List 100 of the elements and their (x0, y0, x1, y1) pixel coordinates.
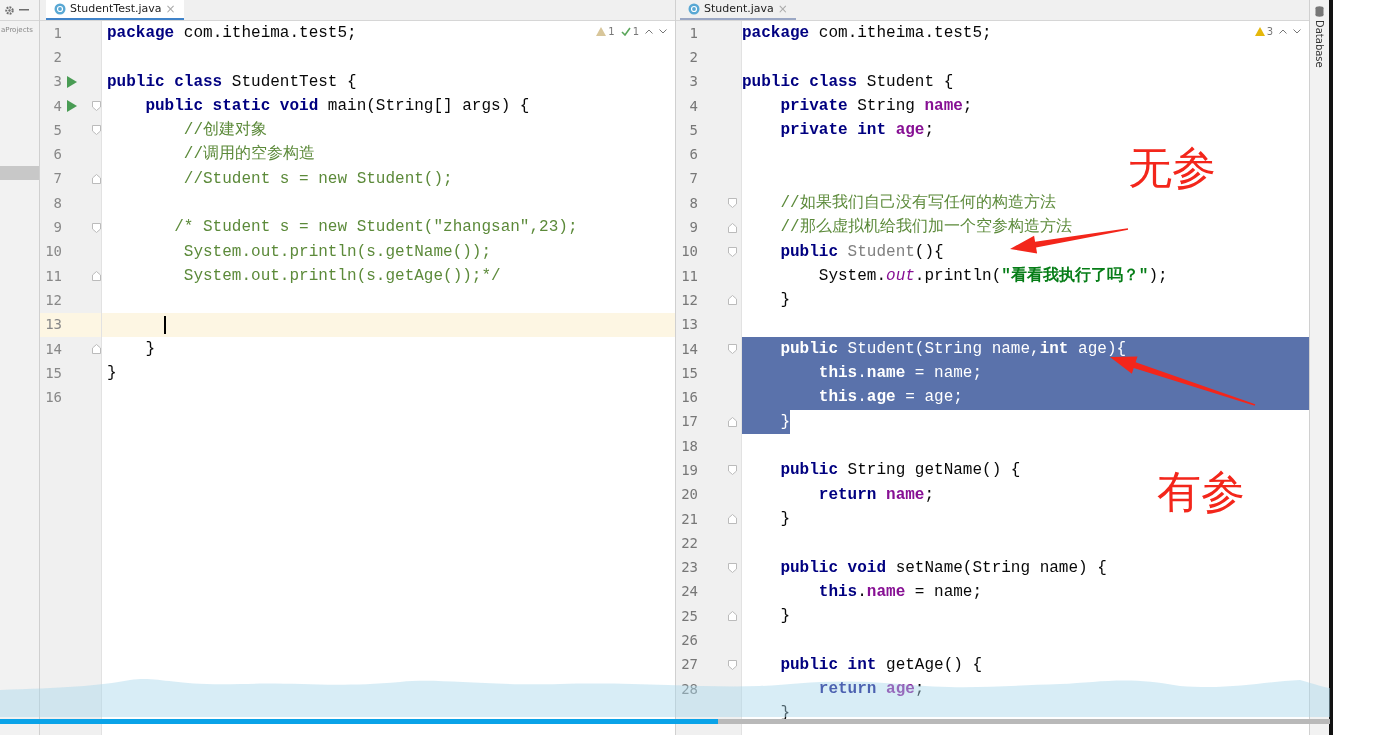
code-line: public String getName() { (779, 460, 1021, 482)
line-number: 16 (44, 388, 62, 408)
line-number: 10 (680, 242, 698, 262)
run-icon[interactable] (67, 75, 77, 88)
video-progress-bar[interactable] (0, 719, 1330, 724)
code-line: package com.itheima.test5; (742, 23, 992, 44)
editor-tab[interactable]: Student.java × (680, 0, 796, 20)
editor-tab[interactable]: StudentTest.java × (46, 0, 184, 20)
line-number: 20 (680, 485, 698, 505)
code-line: //如果我们自己没有写任何的构造方法 (779, 192, 1056, 215)
fold-icon[interactable] (728, 295, 737, 306)
tab-label: Student.java (704, 0, 774, 17)
code-line: } (779, 508, 790, 530)
fold-icon[interactable] (728, 465, 737, 476)
line-number: 8 (52, 193, 62, 213)
line-number: 24 (680, 582, 698, 602)
code-line: } (107, 363, 117, 385)
close-icon[interactable]: × (165, 0, 176, 18)
down-icon[interactable] (659, 29, 667, 34)
fold-icon[interactable] (728, 222, 737, 233)
fold-icon[interactable] (728, 611, 737, 622)
code-line: //Student s = new Student(); (182, 168, 453, 190)
down-icon[interactable] (1293, 29, 1301, 34)
code-line: public Student(String name,int age){ (779, 338, 1127, 360)
tab-label: StudentTest.java (70, 0, 162, 17)
settings-icon[interactable] (4, 4, 15, 16)
line-number: 25 (680, 606, 698, 626)
warning-count[interactable]: 3 (1254, 24, 1273, 39)
line-number: 7 (52, 169, 62, 189)
database-tab[interactable]: Database (1312, 20, 1327, 68)
fold-icon[interactable] (728, 198, 737, 209)
code-line: System.out.println(s.getName()); (182, 241, 492, 263)
line-number: 17 (680, 412, 698, 432)
check-icon (620, 27, 631, 36)
fold-icon[interactable] (728, 246, 737, 257)
line-number: 13 (680, 315, 698, 335)
line-number: 12 (680, 290, 698, 310)
code-line: public class StudentTest { (107, 71, 357, 93)
code-line: System.out.println(s.getAge());*/ (182, 265, 501, 287)
line-number: 11 (44, 266, 62, 286)
line-number: 14 (44, 339, 62, 359)
code-line: } (779, 606, 790, 628)
line-number: 6 (52, 145, 62, 165)
code-line: public static void main(String[] args) { (144, 95, 530, 117)
line-number: 3 (52, 72, 62, 92)
warning-icon (1254, 27, 1265, 36)
fold-icon[interactable] (728, 416, 737, 427)
line-number: 4 (52, 96, 62, 116)
code-line: private int age; (779, 120, 935, 142)
code-line: public int getAge() { (779, 654, 983, 676)
line-number: 1 (688, 23, 698, 43)
fold-icon[interactable] (92, 125, 101, 136)
line-number: 23 (680, 558, 698, 578)
code-line: this.age = age; (817, 387, 963, 409)
line-number: 28 (680, 679, 698, 699)
fold-icon[interactable] (728, 344, 737, 354)
code-line: private String name; (779, 95, 973, 117)
check-count[interactable]: 1 (620, 24, 639, 39)
line-number: 14 (680, 339, 698, 359)
code-line: //那么虚拟机给我们加一个空参构造方法 (779, 216, 1072, 239)
minimize-icon[interactable] (19, 9, 29, 11)
fold-icon[interactable] (92, 271, 101, 282)
fold-icon[interactable] (92, 344, 101, 354)
code-line: } (144, 338, 155, 360)
up-icon[interactable] (645, 29, 653, 34)
annotation-text: 无参 (1128, 146, 1216, 190)
line-number: 2 (52, 47, 62, 67)
code-line: this.name = name; (817, 363, 983, 385)
line-number: 4 (688, 96, 698, 116)
line-number: 13 (44, 315, 62, 335)
warning-count[interactable]: 1 (596, 24, 615, 39)
line-number: 6 (688, 145, 698, 165)
line-number: 11 (680, 266, 698, 286)
code-line: public class Student { (742, 71, 954, 93)
warning-icon (596, 27, 607, 36)
class-icon (688, 3, 700, 15)
fold-icon[interactable] (728, 659, 737, 670)
line-number: 10 (44, 242, 62, 262)
fold-icon[interactable] (728, 514, 737, 525)
line-number: 5 (688, 120, 698, 140)
code-line: //调用的空参构造 (182, 143, 315, 166)
fold-icon[interactable] (92, 222, 101, 233)
line-number: 2 (688, 47, 698, 67)
code-line: return age; (817, 679, 925, 700)
annotation-text: 有参 (1157, 470, 1245, 514)
code-line: package com.itheima.test5; (107, 23, 357, 44)
line-number: 15 (680, 363, 698, 383)
line-number: 16 (680, 388, 698, 408)
fold-icon[interactable] (728, 562, 737, 573)
up-icon[interactable] (1279, 29, 1287, 34)
line-number: 21 (680, 509, 698, 529)
line-number: 5 (52, 120, 62, 140)
line-number: 12 (44, 290, 62, 310)
fold-icon[interactable] (92, 101, 101, 112)
class-icon (54, 3, 66, 15)
run-icon[interactable] (67, 100, 77, 113)
code-line: this.name = name; (817, 581, 983, 603)
line-number: 15 (44, 363, 62, 383)
fold-icon[interactable] (92, 173, 101, 184)
database-icon[interactable] (1315, 6, 1324, 17)
